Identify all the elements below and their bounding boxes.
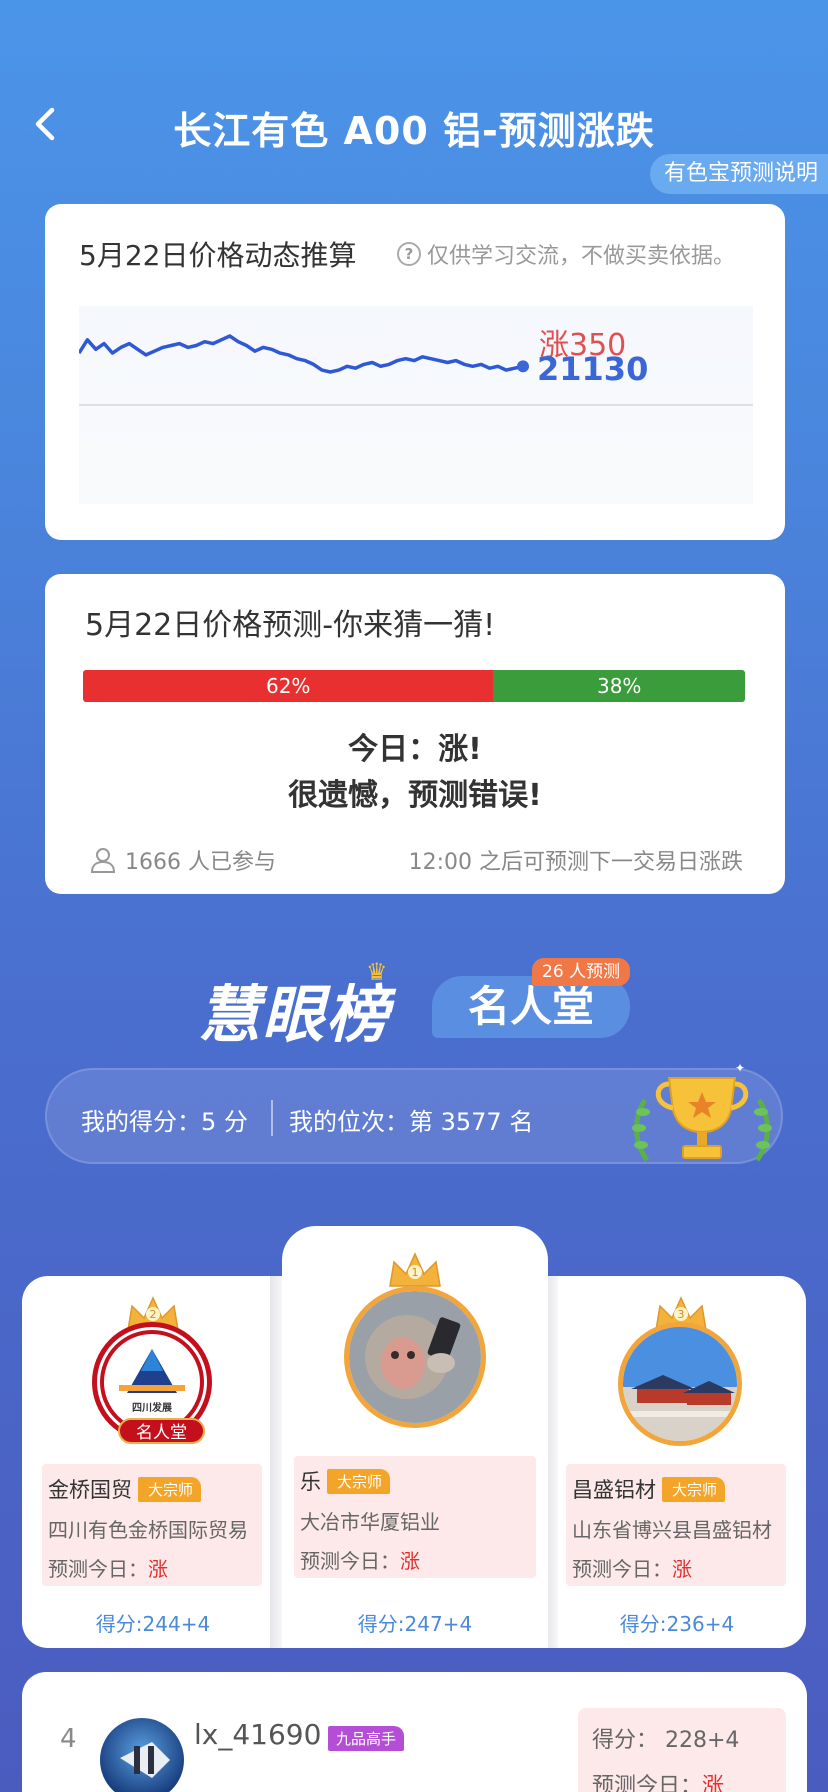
question-icon[interactable]: ? [397,242,421,266]
avatar[interactable] [618,1322,742,1446]
prediction-title: 5月22日价格预测-你来猜一猜! [85,608,496,643]
company-name: 四川有色金桥国际贸易 [48,1518,248,1542]
rank-number: 4 [60,1724,77,1754]
name-row: 昌盛铝材 大宗师 [572,1474,780,1504]
predict-count-badge: 26 人预测 [532,958,631,986]
my-rank: 我的位次：第 3577 名 [289,1108,534,1136]
user-score: 得分:244+4 [95,1612,211,1636]
vote-down-segment: 38% [493,670,745,702]
participants-count: 1666 人已参与 [125,850,276,875]
level-tag: 九品高手 [328,1726,405,1751]
level-tag: 大宗师 [662,1476,726,1502]
user-name[interactable]: 乐 [300,1466,321,1496]
prediction-value: 涨 [400,1549,420,1573]
page-title: 长江有色 A00 铝-预测涨跌 [173,109,655,153]
rank-number: 1 [412,1266,419,1279]
prediction-value: 涨 [672,1557,692,1581]
next-prediction-note: 12:00 之后可预测下一交易日涨跌 [408,850,743,875]
user-name[interactable]: 金桥国贸 [48,1474,132,1504]
disclaimer: ? 仅供学习交流，不做买卖依据。 [397,238,735,270]
crown-icon: ♛ [366,958,388,986]
my-score-panel: 我的得分：5 分 我的位次：第 3577 名 ✦ [45,1061,783,1164]
logo-text: 四川发展 [132,1401,172,1414]
today-prediction: 预测今日：涨 [48,1553,256,1582]
price-dynamic-card: 5月22日价格动态推算 ? 仅供学习交流，不做买卖依据。 涨350 21130 [45,204,785,540]
name-row: 金桥国贸 大宗师 [48,1474,256,1504]
price-dynamic-title: 5月22日价格动态推算 [79,239,357,272]
palace-photo [623,1327,737,1441]
participants: 1666 人已参与 [89,844,276,876]
leaderboard-title[interactable]: 慧眼榜 [198,964,390,1054]
prediction-value: 涨 [702,1774,725,1792]
rank-number: 3 [678,1308,685,1321]
divider [271,1100,273,1136]
my-score: 我的得分：5 分 [81,1108,248,1136]
price-line-chart [79,306,753,504]
today-prediction: 预测今日：涨 [300,1545,530,1574]
avatar[interactable] [344,1286,486,1428]
vote-up-segment: 62% [83,670,494,702]
prediction-value: 涨 [148,1557,168,1581]
user-info-panel: 乐 大宗师 大冶市华厦铝业 预测今日：涨 [294,1456,536,1578]
prediction-label: 预测今日： [572,1557,672,1581]
company-name: 大冶市华厦铝业 [300,1510,440,1534]
user-info-panel: 昌盛铝材 大宗师 山东省博兴县昌盛铝材 预测今日：涨 [566,1464,786,1586]
fish-photo [120,1742,170,1778]
user-score: 得分:247+4 [357,1612,473,1636]
monkey-photo [349,1291,481,1423]
prediction-label: 预测今日： [300,1549,400,1573]
user-name[interactable]: 昌盛铝材 [572,1474,656,1504]
user-score: 得分:236+4 [619,1612,735,1636]
prediction-card: 5月22日价格预测-你来猜一猜! 62% 38% 今日：涨! 很遗憾，预测错误!… [45,574,785,894]
hall-of-fame-badge: 名人堂 [118,1418,205,1444]
disclaimer-text: 仅供学习交流，不做买卖依据。 [427,244,736,269]
vote-ratio-bar: 62% 38% [83,670,745,702]
level-tag: 大宗师 [327,1468,391,1494]
prediction-label: 预测今日： [48,1557,148,1581]
today-prediction: 预测今日：涨 [592,1768,772,1792]
score-panel: 得分： 228+4 预测今日：涨 [578,1708,786,1792]
user-score: 得分： 228+4 [592,1728,740,1753]
podium-separator [270,1276,282,1648]
prediction-label: 预测今日： [592,1774,703,1792]
today-direction: 今日：涨! [348,732,482,767]
avatar[interactable] [100,1718,184,1792]
current-price: 21130 [537,350,649,388]
prediction-result: 很遗憾，预测错误! [288,778,542,813]
today-prediction: 预测今日：涨 [572,1553,780,1582]
crown-1-icon: 1 [389,1252,441,1287]
svg-text:✦: ✦ [735,1061,745,1075]
user-icon [90,848,116,873]
user-name[interactable]: lx_41690 [194,1718,321,1751]
list-item[interactable]: 4 lx_41690 九品高手 得分： 228+4 预测今日：涨 [22,1672,807,1792]
prediction-explanation-button[interactable]: 有色宝预测说明 [649,154,828,194]
rank-number: 2 [150,1308,157,1321]
user-info-panel: 金桥国贸 大宗师 四川有色金桥国际贸易 预测今日：涨 [42,1464,262,1586]
latest-price-point [517,360,529,373]
name-row: 乐 大宗师 [300,1466,530,1496]
trophy-icon: ✦ [632,1061,772,1162]
company-name: 山东省博兴县昌盛铝材 [572,1518,772,1542]
level-tag: 大宗师 [138,1476,202,1502]
